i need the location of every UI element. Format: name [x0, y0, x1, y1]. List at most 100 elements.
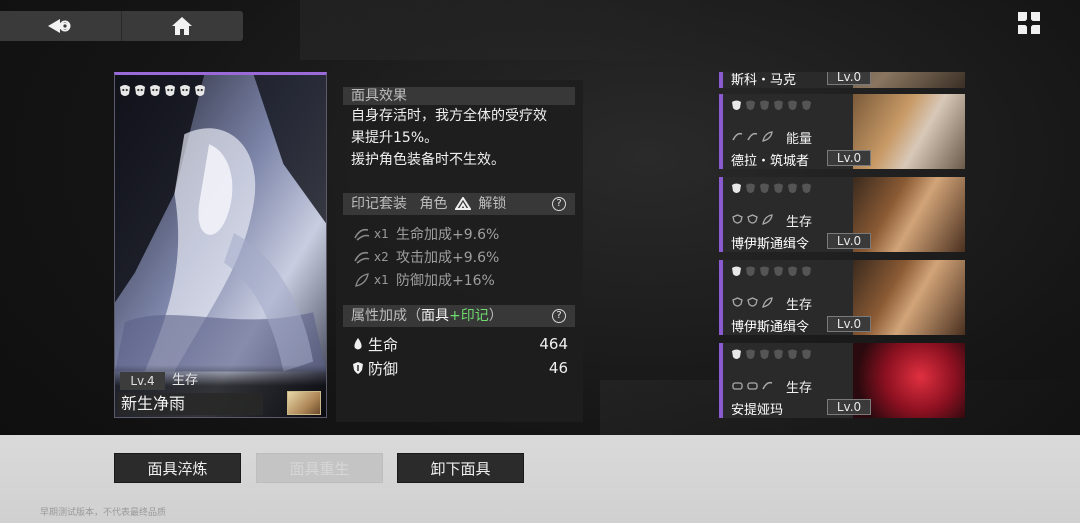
roster-mask-pips — [731, 183, 812, 195]
shield-mark-icon — [747, 297, 758, 307]
roster-card[interactable]: 生存 博伊斯通缉令 Lv.0 — [719, 260, 965, 335]
roster-level-badge: Lv.0 — [827, 233, 871, 249]
roster-character-name: 德拉・筑城者 — [731, 154, 810, 169]
set-bonus-text: 生命加成+9.6% — [396, 227, 500, 243]
equipped-character-thumbnail[interactable] — [287, 391, 321, 415]
mask-card[interactable]: Lv.4 生存 新生净雨 — [114, 72, 327, 418]
set-bonus-text: 攻击加成+9.6% — [396, 250, 500, 266]
set-header-unlock: 解锁 — [478, 196, 507, 212]
roster-card[interactable]: 斯科・马克 Lv.0 — [719, 72, 965, 88]
mask-pip-icon — [195, 85, 205, 96]
mask-pip-icon — [732, 183, 741, 193]
refine-mask-button[interactable]: 面具淬炼 — [114, 453, 241, 483]
mask-pip-icon — [802, 100, 811, 110]
mask-pip-icon — [802, 183, 811, 193]
set-help-icon[interactable]: ? — [552, 197, 566, 211]
set-bonus-multiplier: x1 — [374, 227, 389, 241]
fist-mark-icon — [732, 382, 743, 390]
character-roster-list[interactable]: 斯科・马克 Lv.0 能量 德拉・筑城者 Lv.0 生存 博伊斯通缉令 Lv.0… — [719, 72, 965, 420]
leaf-mark-icon — [355, 273, 369, 287]
roster-level-badge: Lv.0 — [827, 72, 871, 85]
set-mark-icon — [354, 228, 370, 241]
mask-pip-icon — [788, 183, 797, 193]
roster-card[interactable]: 生存 博伊斯通缉令 Lv.0 — [719, 177, 965, 252]
roster-set-icons — [731, 214, 774, 225]
shield-mark-icon — [732, 297, 743, 307]
mask-pip-icon — [120, 85, 130, 96]
effect-line: 援护角色装备时不生效。 — [351, 152, 505, 168]
effect-line: 自身存活时，我方全体的受疗效 — [351, 108, 547, 124]
mask-pip-icon — [802, 266, 811, 276]
mask-pip-icon — [774, 266, 783, 276]
attribute-help-icon[interactable]: ? — [552, 309, 566, 323]
mask-type-label: 生存 — [172, 373, 199, 388]
mask-pip-icon — [788, 266, 797, 276]
leaf-mark-icon — [762, 131, 773, 142]
effect-section-header: 面具效果 — [343, 87, 575, 105]
home-icon — [172, 17, 192, 35]
mask-pip-icon — [774, 100, 783, 110]
roster-character-name: 斯科・马克 — [731, 73, 797, 88]
background-streak — [300, 0, 700, 60]
stat-row-defense: 防御 46 — [352, 357, 568, 379]
stat-row-hp: 生命 464 — [352, 333, 568, 355]
roster-mask-pips — [731, 266, 812, 278]
stat-label: 防御 — [368, 359, 399, 378]
leaf-mark-icon — [762, 214, 773, 225]
stat-value: 46 — [548, 359, 568, 377]
back-button[interactable] — [0, 11, 121, 41]
shield-mark-icon — [747, 214, 758, 224]
set-bonus-row: x1 防御加成+16% — [352, 269, 495, 291]
roster-mask-pips — [731, 100, 812, 112]
mask-pip-icon — [774, 349, 783, 359]
shield-mark-icon — [732, 214, 743, 224]
set-section-header: 印记套装 角色 解锁 ? — [343, 193, 575, 215]
mask-pip-icon — [760, 266, 769, 276]
mask-level-pips — [119, 84, 206, 98]
effect-description: 自身存活时，我方全体的受疗效 果提升15%。 援护角色装备时不生效。 — [351, 105, 579, 171]
unequip-mask-button[interactable]: 卸下面具 — [397, 453, 524, 483]
mask-pip-icon — [732, 349, 741, 359]
mask-pip-icon — [788, 100, 797, 110]
mask-pip-icon — [135, 85, 145, 96]
mask-pip-icon — [732, 100, 741, 110]
roster-card[interactable]: 能量 德拉・筑城者 Lv.0 — [719, 94, 965, 169]
roster-mask-pips — [731, 349, 812, 361]
mask-pip-icon — [746, 183, 755, 193]
roster-type-label: 生存 — [786, 381, 813, 396]
set-mark-icon — [354, 251, 370, 264]
roster-type-label: 生存 — [786, 298, 813, 313]
triangle-unlock-icon — [454, 196, 472, 210]
roster-type-label: 能量 — [786, 132, 813, 147]
roster-character-name: 博伊斯通缉令 — [731, 320, 810, 335]
set-bonus-multiplier: x2 — [374, 250, 389, 264]
fist-mark-icon — [747, 382, 758, 390]
stat-value: 464 — [539, 335, 568, 353]
set-bonus-text: 防御加成+16% — [396, 273, 495, 289]
attr-header-label: 属性加成（ — [351, 308, 421, 324]
roster-card[interactable]: 生存 安提娅玛 Lv.0 — [719, 343, 965, 418]
mask-pip-icon — [746, 100, 755, 110]
attribute-section-header: 属性加成（面具+印记） ? — [343, 305, 575, 327]
home-button[interactable] — [121, 11, 242, 41]
mask-pip-icon — [760, 100, 769, 110]
mask-pip-icon — [760, 183, 769, 193]
set-bonus-row: x2 攻击加成+9.6% — [352, 246, 499, 268]
mask-pip-icon — [746, 266, 755, 276]
set-header-label: 印记套装 — [351, 196, 407, 212]
roster-level-badge: Lv.0 — [827, 316, 871, 332]
set-mark-icon — [732, 132, 743, 141]
mask-info-panel: 面具效果 自身存活时，我方全体的受疗效 果提升15%。 援护角色装备时不生效。 … — [336, 80, 583, 422]
roster-set-icons — [731, 380, 774, 391]
mask-pip-icon — [732, 266, 741, 276]
set-header-role: 角色 — [419, 196, 448, 212]
mask-pip-icon — [774, 183, 783, 193]
attr-header-mask: 面具 — [421, 308, 449, 324]
mask-pip-icon — [165, 85, 175, 96]
grid-menu-icon[interactable] — [1017, 11, 1041, 35]
stat-label: 生命 — [368, 335, 399, 354]
test-version-footnote: 早期测试版本，不代表最终品质 — [40, 508, 167, 518]
roster-set-icons — [731, 297, 774, 308]
roster-level-badge: Lv.0 — [827, 399, 871, 415]
reroll-mask-button[interactable]: 面具重生 — [256, 453, 383, 483]
